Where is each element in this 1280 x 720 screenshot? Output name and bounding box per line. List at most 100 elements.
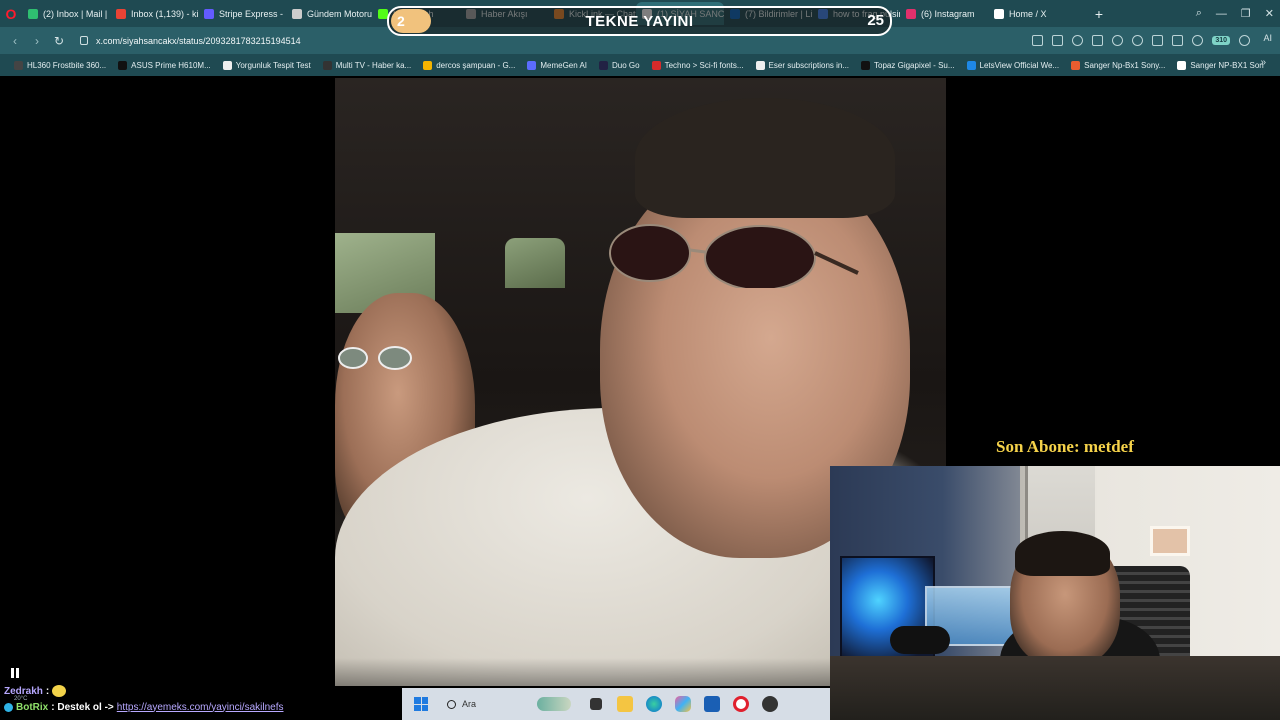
webcam-desk xyxy=(830,656,1280,720)
tab-label: Home / X xyxy=(1009,8,1047,19)
search-highlight-icon xyxy=(537,697,571,711)
webcam-microphone xyxy=(890,626,950,654)
chat-username: BotRix xyxy=(16,701,49,713)
copilot-icon[interactable] xyxy=(673,694,693,714)
account-icon[interactable] xyxy=(1192,35,1204,46)
task-view-icon[interactable] xyxy=(586,694,606,714)
browser-tab[interactable]: Inbox (1,139) - kick xyxy=(110,2,198,25)
bookmarks-more-button[interactable]: » xyxy=(1260,57,1266,68)
tab-label: Gündem Motoru xyxy=(307,8,372,19)
bookmark-item[interactable]: dercos şampuan - G... xyxy=(417,60,521,70)
play-icon[interactable] xyxy=(1112,35,1124,46)
back-icon[interactable]: ‹ xyxy=(4,30,26,52)
bookmark-favicon-icon xyxy=(118,60,128,70)
car-window-rear xyxy=(505,238,565,288)
screen: O (2) Inbox | Mail | SC Inbox (1,139) - k… xyxy=(0,0,1280,720)
edit-icon[interactable] xyxy=(1032,35,1044,46)
bookmark-item[interactable]: Eser subscriptions in... xyxy=(750,60,855,70)
window-controls: ⌕ — ❐ ✕ xyxy=(1196,0,1274,27)
cube-icon[interactable] xyxy=(1092,35,1104,46)
browser-tab[interactable]: Home / X xyxy=(988,2,1080,25)
bookmark-favicon-icon xyxy=(322,60,332,70)
opera-logo-icon[interactable]: O xyxy=(0,0,22,27)
file-explorer-icon[interactable] xyxy=(615,694,635,714)
forward-icon[interactable]: › xyxy=(26,30,48,52)
url-field[interactable]: x.com/siyahsancakx/status/20932817832151… xyxy=(80,36,301,46)
chat-username: Zedrakh xyxy=(4,685,43,697)
reload-icon[interactable]: ↻ xyxy=(48,30,70,52)
passenger-glasses xyxy=(338,346,412,370)
stream-title-banner: 2 TEKNE YAYINI 25 xyxy=(387,6,892,36)
bookmark-item[interactable]: Multi TV - Haber ka... xyxy=(317,60,417,70)
tab-label: (2) Inbox | Mail | SC xyxy=(43,8,110,19)
bookmark-favicon-icon xyxy=(599,60,609,70)
maximize-icon[interactable]: ❐ xyxy=(1241,7,1251,20)
steam-icon[interactable] xyxy=(760,694,780,714)
profile-badge[interactable]: 310 xyxy=(1212,36,1230,45)
bookmark-favicon-icon xyxy=(755,60,765,70)
search-tabs-icon[interactable]: ⌕ xyxy=(1196,7,1202,20)
menu-icon[interactable] xyxy=(1152,35,1164,46)
bookmark-item[interactable]: Duo Go xyxy=(593,60,646,70)
bookmark-favicon-icon xyxy=(527,60,537,70)
new-tab-button[interactable]: + xyxy=(1088,3,1110,25)
browser-tab[interactable]: (2) Inbox | Mail | SC xyxy=(22,2,110,25)
address-bar-tools: 310 xyxy=(1032,27,1250,54)
shield-icon[interactable] xyxy=(1072,35,1084,46)
bookmark-label: Sanger Np-Bx1 Sony... xyxy=(1084,60,1166,70)
bookmark-item[interactable]: ASUS Prime H610M... xyxy=(112,60,217,70)
bookmark-item[interactable]: Sanger Np-Bx1 Sony... xyxy=(1065,60,1171,70)
bookmark-item[interactable]: MemeGen AI xyxy=(521,60,593,70)
taskbar-search[interactable]: Ara xyxy=(439,692,577,716)
chat-link[interactable]: https://ayemeks.com/yayinci/sakilnefs xyxy=(117,702,284,713)
tab-favicon-icon xyxy=(292,8,302,19)
url-text: x.com/siyahsancakx/status/20932817832151… xyxy=(96,35,301,46)
bookmark-item[interactable]: LetsView Official We... xyxy=(961,60,1066,70)
camera-icon[interactable] xyxy=(1052,35,1064,46)
emote-icon xyxy=(52,685,67,697)
browser-tab[interactable]: Gündem Motoru xyxy=(286,2,372,25)
bookmark-favicon-icon xyxy=(861,60,871,70)
bookmark-label: Techno > Sci-fi fonts... xyxy=(664,60,744,70)
bookmark-label: ASUS Prime H610M... xyxy=(131,60,211,70)
browser-tab[interactable]: Stripe Express - Log xyxy=(198,2,286,25)
bookmark-favicon-icon xyxy=(423,60,433,70)
download-icon[interactable] xyxy=(1172,35,1184,46)
windows-taskbar: Ara xyxy=(402,688,830,720)
tab-favicon-icon xyxy=(906,8,916,19)
start-icon[interactable] xyxy=(411,694,431,714)
tab-favicon-icon xyxy=(204,8,214,19)
minimize-icon[interactable]: — xyxy=(1216,8,1227,20)
heart-icon[interactable] xyxy=(1132,35,1144,46)
chat-overlay: Zedrakh : BotRix : Destek ol -> https://… xyxy=(4,683,344,715)
bookmark-item[interactable]: HL360 Frostbite 360... xyxy=(8,60,112,70)
extensions-icon[interactable] xyxy=(1239,35,1250,46)
chat-message: Zedrakh : xyxy=(4,683,344,699)
store-icon[interactable] xyxy=(702,694,722,714)
opera-icon[interactable] xyxy=(731,694,751,714)
driver-hair xyxy=(635,98,895,218)
bookmark-item[interactable]: Sanger NP-BX1 Son xyxy=(1171,60,1269,70)
banner-left-counter: 2 xyxy=(391,9,431,33)
bookmark-item[interactable]: Techno > Sci-fi fonts... xyxy=(646,60,750,70)
tab-favicon-icon xyxy=(28,8,38,19)
browser-tab[interactable]: (6) Instagram xyxy=(900,2,988,25)
stream-title: TEKNE YAYINI xyxy=(585,12,694,30)
bookmark-favicon-icon xyxy=(14,60,23,70)
bookmark-label: Multi TV - Haber ka... xyxy=(335,60,412,70)
bookmark-item[interactable]: Topaz Gigapixel - Su... xyxy=(855,60,960,70)
bot-badge-icon xyxy=(4,702,13,712)
bookmark-item[interactable]: Yorgunluk Tespit Test xyxy=(217,60,317,70)
close-icon[interactable]: ✕ xyxy=(1265,7,1274,20)
bookmark-label: LetsView Official We... xyxy=(979,60,1060,70)
ai-button[interactable]: AI xyxy=(1263,33,1272,43)
taskbar-search-placeholder: Ara xyxy=(462,699,477,709)
tab-label: (6) Instagram xyxy=(921,8,975,19)
pause-icon[interactable] xyxy=(11,668,21,678)
last-subscriber-label: Son Abone: metdef xyxy=(996,437,1134,456)
chat-separator: : xyxy=(45,685,50,697)
chat-message: BotRix : Destek ol -> https://ayemeks.co… xyxy=(4,699,344,715)
tab-favicon-icon xyxy=(116,8,126,19)
bookmark-list: HL360 Frostbite 360... ASUS Prime H610M..… xyxy=(8,60,1270,70)
edge-icon[interactable] xyxy=(644,694,664,714)
